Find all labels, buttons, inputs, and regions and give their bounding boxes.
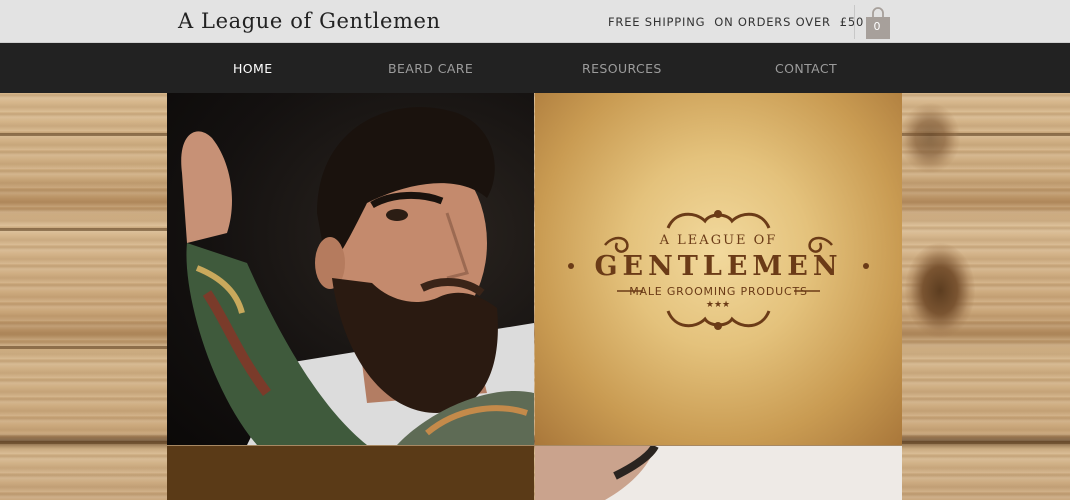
- divider: [854, 5, 855, 39]
- svg-text:★★★: ★★★: [706, 300, 730, 310]
- nav-item-resources[interactable]: RESOURCES: [582, 61, 662, 76]
- logo-main-text: GENTLEMEN: [594, 251, 843, 282]
- plank-line: [0, 228, 167, 231]
- logo-top-line: A LEAGUE OF: [659, 233, 778, 248]
- main-nav: HOME BEARD CARE RESOURCES CONTACT: [0, 43, 1070, 93]
- plank-line: [902, 441, 1070, 444]
- brown-content-block: [167, 446, 534, 500]
- nav-item-home[interactable]: HOME: [233, 61, 273, 76]
- nav-item-contact[interactable]: CONTACT: [775, 61, 837, 76]
- wood-knot: [905, 243, 975, 338]
- logo-subtitle: MALE GROOMING PRODUCTS: [629, 285, 808, 298]
- plank-line: [0, 346, 167, 349]
- cart-button[interactable]: 0: [864, 6, 892, 40]
- plank-line: [0, 133, 167, 136]
- plank-line: [0, 441, 167, 444]
- product-photo-wrist: [535, 446, 902, 500]
- brand-logo-panel: ★★★ A LEAGUE OF GENTLEMEN MALE GROOMING …: [535, 93, 902, 445]
- cart-count: 0: [873, 20, 881, 33]
- hero-photo-bearded-man: [167, 93, 534, 445]
- shipping-banner: FREE SHIPPING ON ORDERS OVER £50: [608, 15, 865, 29]
- top-bar: A League of Gentlemen FREE SHIPPING ON O…: [0, 0, 1070, 43]
- wood-knot: [900, 103, 960, 173]
- nav-item-beard-care[interactable]: BEARD CARE: [388, 61, 473, 76]
- site-title[interactable]: A League of Gentlemen: [178, 9, 441, 33]
